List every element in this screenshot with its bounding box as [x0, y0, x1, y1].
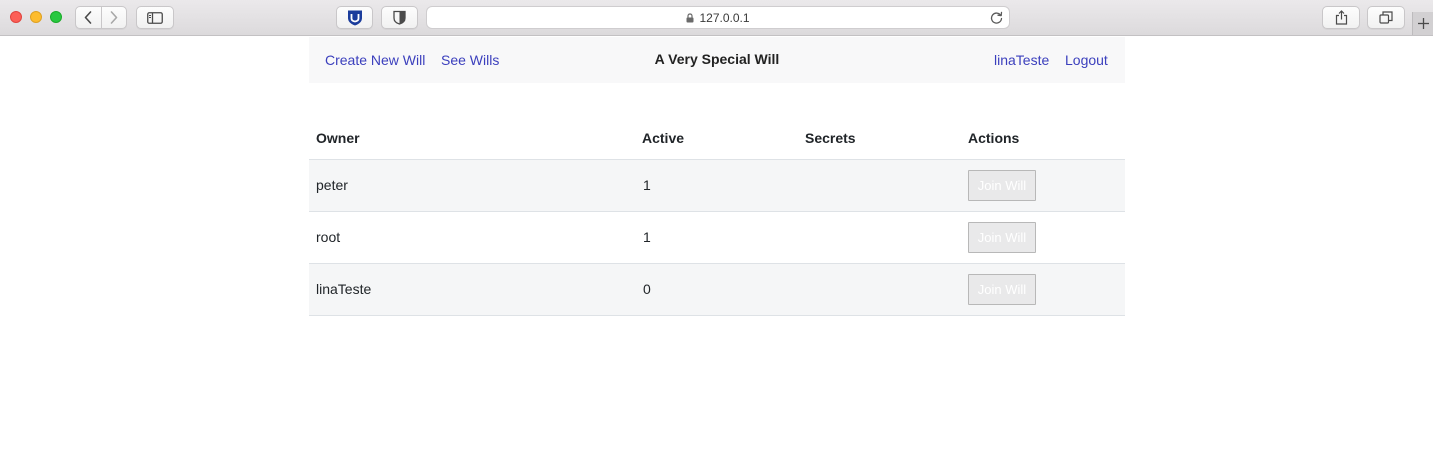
privacy-shield-icon	[393, 10, 406, 25]
table-row: root 1 Join Will	[309, 211, 1125, 264]
close-window-button[interactable]	[10, 11, 22, 23]
table-header-row: Owner Active Secrets Actions	[309, 117, 1125, 160]
table-header: Owner Active Secrets Actions	[309, 117, 1125, 160]
owner-cell: linaTeste	[309, 263, 635, 316]
owner-cell: root	[309, 211, 635, 264]
join-will-button[interactable]: Join Will	[968, 221, 1036, 253]
chevron-left-icon	[85, 11, 92, 24]
actions-cell: Join Will	[961, 211, 1125, 264]
lock-icon	[686, 12, 694, 23]
secrets-cell	[798, 159, 961, 212]
address-text: 127.0.0.1	[699, 10, 750, 25]
app-navbar: Create New Will See Wills A Very Special…	[309, 37, 1125, 83]
secrets-cell	[798, 263, 961, 316]
actions-cell: Join Will	[961, 159, 1125, 212]
active-column-header: Active	[635, 117, 798, 160]
tab-overview-button[interactable]	[1367, 6, 1405, 29]
owner-column-header: Owner	[309, 117, 635, 160]
join-will-button[interactable]: Join Will	[968, 273, 1036, 305]
logout-link[interactable]: Logout	[1065, 52, 1108, 68]
address-bar[interactable]: 127.0.0.1	[426, 6, 1010, 29]
secrets-cell	[798, 211, 961, 264]
extension-button-1[interactable]	[336, 6, 373, 29]
minimize-window-button[interactable]	[30, 11, 42, 23]
new-tab-button[interactable]	[1412, 12, 1433, 35]
history-nav-group	[75, 6, 127, 29]
user-profile-link[interactable]: linaTeste	[994, 52, 1049, 68]
see-wills-link[interactable]: See Wills	[441, 52, 499, 68]
extension-button-2[interactable]	[381, 6, 418, 29]
active-cell: 0	[635, 263, 798, 316]
create-new-will-link[interactable]: Create New Will	[325, 52, 425, 68]
tabs-overview-icon	[1379, 11, 1393, 24]
secrets-column-header: Secrets	[798, 117, 961, 160]
share-icon	[1335, 10, 1347, 25]
table-row: peter 1 Join Will	[309, 159, 1125, 212]
browser-toolbar: 127.0.0.1	[0, 0, 1433, 36]
reload-icon	[990, 11, 1003, 24]
owner-cell: peter	[309, 159, 635, 212]
wills-table: Owner Active Secrets Actions peter 1 Joi…	[309, 117, 1125, 316]
actions-column-header: Actions	[961, 117, 1125, 160]
brand-title[interactable]: A Very Special Will	[655, 51, 780, 67]
zoom-window-button[interactable]	[50, 11, 62, 23]
forward-button[interactable]	[100, 7, 126, 28]
sidebar-icon	[147, 11, 163, 24]
back-button[interactable]	[76, 7, 101, 28]
actions-cell: Join Will	[961, 263, 1125, 316]
active-cell: 1	[635, 211, 798, 264]
reload-button[interactable]	[990, 11, 1003, 24]
join-will-button[interactable]: Join Will	[968, 169, 1036, 201]
active-cell: 1	[635, 159, 798, 212]
table-body: peter 1 Join Will root 1 Join Will linaT…	[309, 159, 1125, 316]
shield-extension-icon	[347, 10, 362, 26]
share-button[interactable]	[1322, 6, 1360, 29]
sidebar-toggle-button[interactable]	[136, 6, 174, 29]
table-row: linaTeste 0 Join Will	[309, 263, 1125, 316]
chevron-right-icon	[110, 11, 118, 24]
plus-icon	[1417, 18, 1429, 29]
